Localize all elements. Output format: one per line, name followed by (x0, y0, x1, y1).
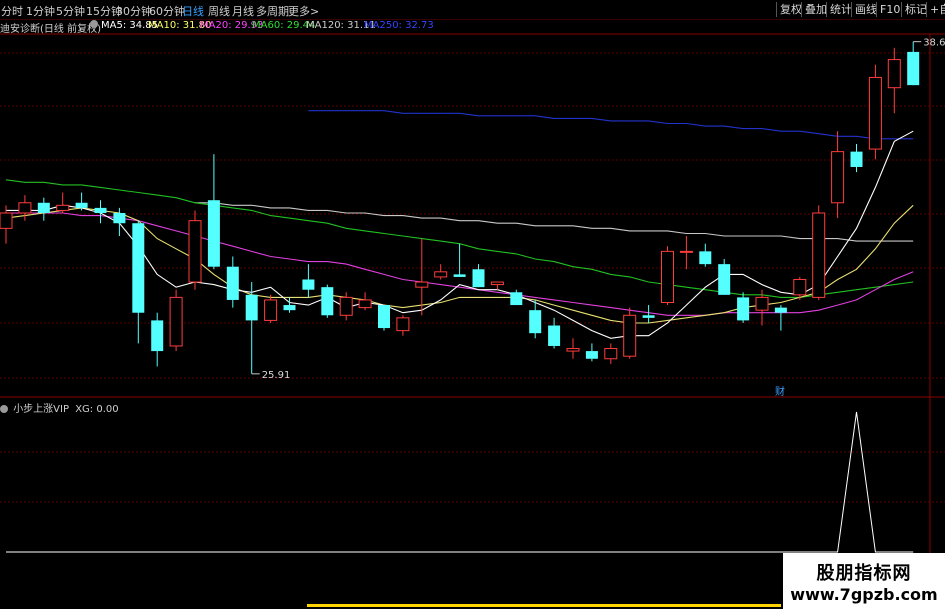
legend-ma-5: MA250: 32.73 (364, 20, 434, 31)
candle-body-28 (529, 310, 542, 334)
candle-body-20 (378, 305, 390, 329)
candle-body-41 (774, 307, 787, 313)
toolbar-button-6[interactable]: +自 (926, 2, 945, 17)
candle-body-17 (321, 287, 334, 316)
period-tab-4[interactable]: 30分钟 (116, 3, 152, 19)
candle-body-14 (264, 299, 278, 321)
candle-body-38 (718, 264, 731, 295)
candle-body-1 (18, 202, 32, 214)
candle-body-13 (245, 294, 258, 321)
candle-body-44 (831, 151, 845, 204)
period-tab-7[interactable]: 周线 (208, 3, 230, 19)
candle-body-46 (868, 76, 882, 150)
candle-body-34 (642, 315, 655, 318)
candle-body-22 (415, 281, 429, 288)
candle-body-6 (113, 213, 126, 224)
candle-body-9 (169, 296, 183, 347)
candle-body-18 (339, 296, 353, 316)
main-legend: 迪安诊断(日线 前复权) MA5: 34.85 MA10: 31.80 MA20: … (0, 20, 945, 35)
candle-body-7 (132, 223, 145, 313)
candle-body-31 (585, 351, 598, 359)
line-ma120 (195, 202, 914, 242)
watermark: 股朋指标网 www.7gpzb.com (783, 553, 945, 609)
candle-body-8 (151, 320, 164, 352)
candle-body-24 (453, 274, 466, 277)
sub-legend: 小步上涨VIP XG: 0.00 (0, 400, 119, 415)
candle-body-23 (434, 271, 448, 278)
xg-line (6, 411, 914, 553)
candle-body-40 (755, 296, 769, 311)
candle-body-45 (850, 151, 863, 167)
line-ma250 (308, 110, 914, 140)
sub-toggle-icon[interactable] (0, 405, 8, 413)
candle-body-39 (737, 297, 750, 321)
period-tab-9[interactable]: 多周期 (256, 3, 289, 19)
sub-indicator-value: XG: 0.00 (75, 404, 119, 415)
period-tab-1[interactable]: 1分钟 (26, 3, 55, 19)
period-tab-8[interactable]: 月线 (232, 3, 254, 19)
candle-body-33 (623, 314, 637, 357)
candle-body-26 (490, 281, 504, 286)
candle-body-30 (566, 348, 580, 352)
candle-body-15 (283, 305, 296, 311)
period-tab-2[interactable]: 5分钟 (56, 3, 85, 19)
candle-body-5 (94, 207, 107, 213)
watermark-title: 股朋指标网 (816, 563, 912, 584)
candle-body-2 (37, 202, 50, 213)
candle-body-43 (812, 212, 826, 298)
candle-body-37 (699, 251, 712, 265)
high-label: 38.66 (923, 38, 945, 49)
candle-body-47 (887, 59, 901, 89)
candle-body-12 (226, 266, 239, 300)
period-tab-5[interactable]: 60分钟 (149, 3, 185, 19)
low-label: 25.91 (262, 370, 291, 381)
period-tab-10[interactable]: 更多> (288, 3, 319, 19)
sub-indicator-title: 小步上涨VIP (13, 404, 70, 415)
candle-body-11 (207, 200, 220, 267)
candle-body-21 (396, 317, 410, 332)
candle-body-48 (907, 51, 920, 86)
toolbar-button-4[interactable]: F10 (876, 2, 903, 17)
candle-body-35 (661, 250, 674, 304)
period-tab-6[interactable]: 日线 (182, 3, 204, 19)
candle-body-0 (0, 212, 13, 229)
candle-body-42 (793, 278, 807, 296)
period-toolbar: 分时 1分钟 5分钟 15分钟 30分钟 60分钟 日线 周线 月线 多周期 更多> 复权 叠加 统计 画线… (0, 0, 945, 20)
event-marker: 财 (775, 385, 785, 398)
candle-body-3 (56, 204, 70, 211)
chart-canvas[interactable]: 38.66 25.91 财 (0, 0, 945, 609)
candle-body-29 (548, 325, 561, 346)
watermark-url: www.7gpzb.com (790, 585, 938, 604)
candle-body-25 (472, 269, 485, 288)
candle-body-19 (358, 299, 372, 309)
candle-body-32 (604, 348, 618, 360)
period-tab-0[interactable]: 分时 (1, 3, 23, 19)
horizontal-scrollbar[interactable] (307, 604, 781, 607)
candle-body-4 (75, 202, 88, 208)
candle-body-10 (188, 220, 202, 283)
legend-title: 迪安诊断(日线 前复权) (0, 24, 101, 35)
candle-body-16 (302, 279, 315, 290)
candle-body-36 (679, 250, 693, 253)
candle-body-27 (510, 292, 523, 306)
